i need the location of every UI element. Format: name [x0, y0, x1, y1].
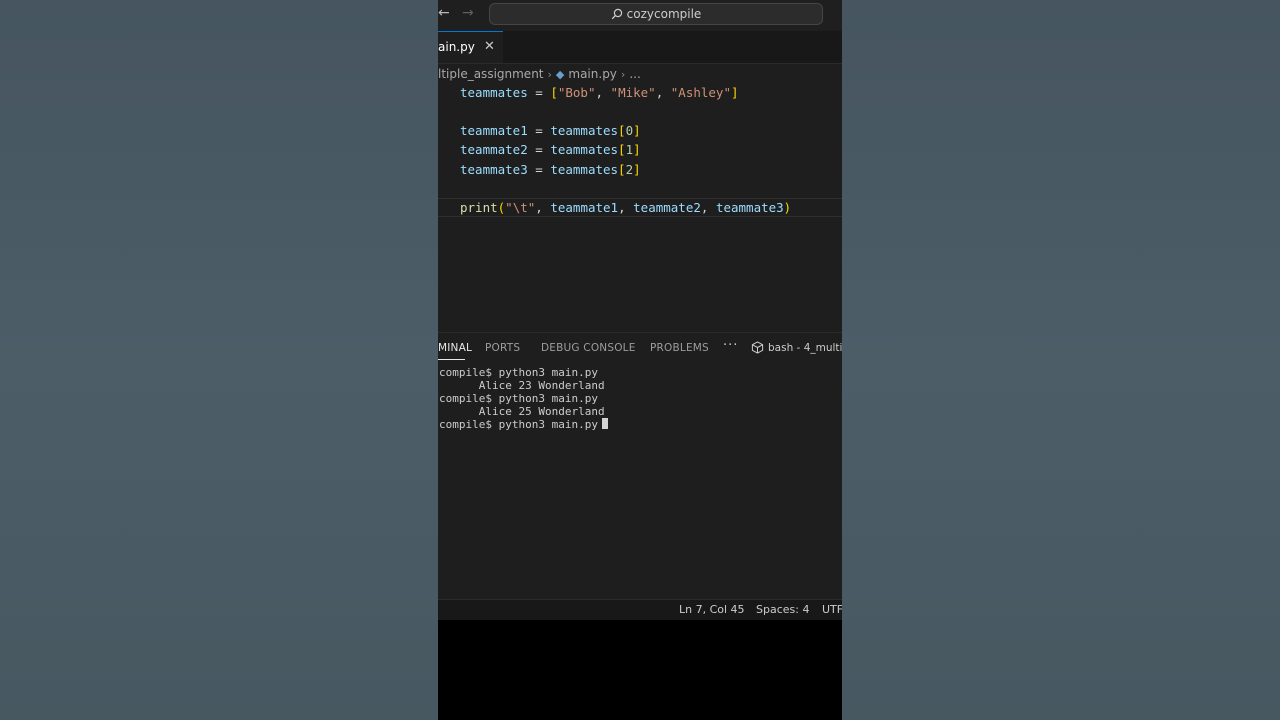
breadcrumb: ltiple_assignment › ◆ main.py › ...: [438, 66, 641, 82]
tab-label: ain.py: [438, 40, 475, 54]
cursor-position[interactable]: Ln 7, Col 45: [679, 603, 745, 616]
forward-arrow-icon[interactable]: →: [462, 5, 474, 21]
active-tab-indicator: [438, 359, 465, 360]
close-icon[interactable]: ✕: [484, 39, 495, 54]
more-actions-icon[interactable]: ···: [723, 338, 738, 353]
video-bottom-bar: [438, 620, 842, 720]
terminal-prompt-text: compile$ python3 main.py: [439, 418, 598, 431]
panel-tab-bar: MINAL PORTS DEBUG CONSOLE PROBLEMS ··· b…: [438, 332, 842, 363]
terminal-line: compile$ python3 main.py: [439, 392, 598, 405]
search-label: cozycompile: [626, 7, 702, 21]
breadcrumb-folder[interactable]: ltiple_assignment: [438, 67, 544, 81]
tab-debug-console[interactable]: DEBUG CONSOLE: [541, 342, 636, 354]
terminal-selector[interactable]: bash - 4_multip: [751, 341, 842, 354]
command-center-search[interactable]: cozycompile: [489, 3, 823, 25]
code-line-5: teammate3 = teammates[2]: [460, 162, 641, 177]
code-line-4: teammate2 = teammates[1]: [460, 142, 641, 157]
tab-problems[interactable]: PROBLEMS: [650, 342, 709, 354]
code-line-1: teammates = ["Bob", "Mike", "Ashley"]: [460, 85, 739, 100]
status-bar: Ln 7, Col 45 Spaces: 4 UTF: [438, 599, 842, 620]
background-left: [0, 0, 438, 720]
terminal-line: compile$ python3 main.py: [439, 366, 598, 379]
terminal-cursor: [601, 418, 608, 429]
terminal-output[interactable]: compile$ python3 main.py Alice 23 Wonder…: [438, 364, 842, 598]
terminal-prompt-line: compile$ python3 main.py: [439, 418, 608, 431]
code-editor[interactable]: teammates = ["Bob", "Mike", "Ashley"] te…: [438, 82, 842, 322]
terminal-cube-icon: [751, 341, 764, 354]
tab-main-py[interactable]: ain.py ✕: [438, 31, 503, 63]
back-arrow-icon[interactable]: ←: [438, 5, 450, 21]
terminal-selector-label: bash - 4_multip: [768, 341, 842, 354]
file-encoding[interactable]: UTF: [822, 603, 842, 616]
editor-tab-bar: ain.py ✕: [438, 31, 842, 64]
code-line-3: teammate1 = teammates[0]: [460, 123, 641, 138]
title-bar: ← → cozycompile: [438, 0, 842, 30]
tab-terminal[interactable]: MINAL: [438, 342, 472, 354]
terminal-line: Alice 25 Wonderland: [439, 405, 605, 418]
background-right: [842, 0, 1280, 720]
chevron-right-icon: ›: [620, 67, 626, 81]
breadcrumb-more[interactable]: ...: [629, 67, 640, 81]
chevron-right-icon: ›: [547, 67, 552, 81]
python-file-icon: ◆: [555, 67, 565, 81]
vscode-window: ← → cozycompile ain.py ✕ ltiple_assignme…: [438, 0, 842, 720]
terminal-line: Alice 23 Wonderland: [439, 379, 605, 392]
search-icon: [611, 8, 622, 20]
indentation-setting[interactable]: Spaces: 4: [756, 603, 809, 616]
tab-ports[interactable]: PORTS: [485, 342, 520, 354]
breadcrumb-file[interactable]: main.py: [568, 67, 617, 81]
code-line-7: print("\t", teammate1, teammate2, teamma…: [460, 200, 792, 215]
